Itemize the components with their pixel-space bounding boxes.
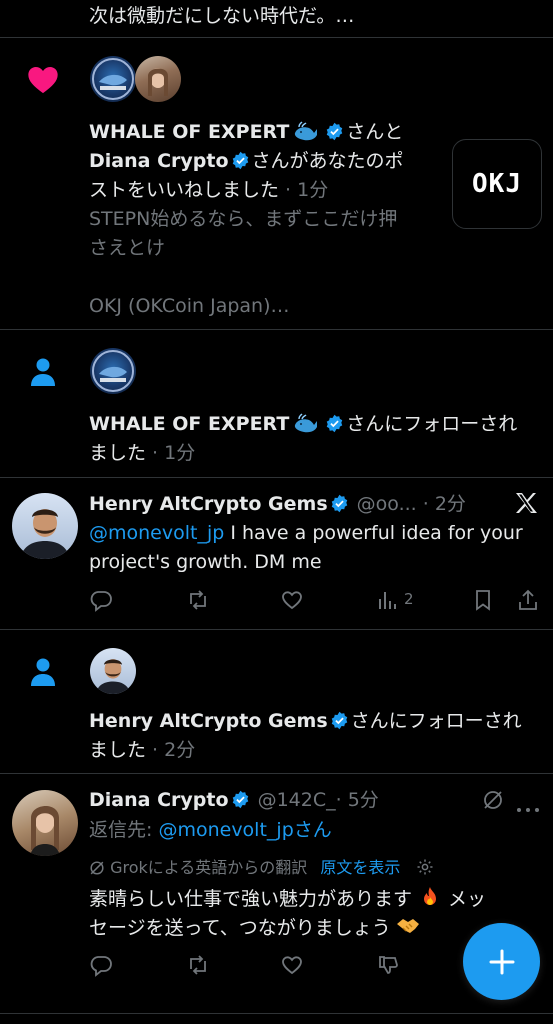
- divider: [0, 629, 553, 630]
- reply-icon[interactable]: [89, 953, 113, 977]
- reply-to-mention[interactable]: @monevolt_jpさん: [158, 819, 331, 841]
- verified-badge-icon: [231, 789, 250, 809]
- tweet-time[interactable]: · 5分: [336, 789, 379, 811]
- tweet-body: I have a powerful idea for your: [224, 522, 523, 544]
- divider: [0, 329, 553, 330]
- share-icon[interactable]: [516, 588, 540, 612]
- dislike-icon[interactable]: [376, 953, 400, 977]
- show-original-link[interactable]: 原文を表示: [320, 858, 400, 877]
- fire-emoji-icon: [418, 885, 442, 909]
- tweet-body: 素晴らしい仕事で強い魅力があります: [89, 888, 413, 910]
- tweet-body-end: メッ: [442, 888, 487, 910]
- verified-badge-icon: [330, 710, 349, 730]
- settings-gear-icon[interactable]: [416, 858, 434, 883]
- divider: [0, 1013, 553, 1014]
- follower-name[interactable]: WHALE OF EXPERT: [89, 413, 289, 435]
- liker-name-2[interactable]: Diana Crypto: [89, 150, 229, 172]
- henry-avatar[interactable]: [12, 493, 78, 559]
- like-notif-text: さんがあなたのポ: [251, 150, 404, 172]
- bookmark-icon[interactable]: [471, 588, 495, 612]
- person-icon: [30, 657, 56, 691]
- liker-name-1[interactable]: WHALE OF EXPERT: [89, 121, 289, 143]
- translation-note: Grokによる英語からの翻訳: [110, 858, 308, 877]
- tweet-time[interactable]: · 2分: [423, 493, 466, 515]
- views-icon[interactable]: [376, 588, 400, 612]
- whale-expert-avatar[interactable]: [90, 348, 136, 394]
- follow-time: · 1分: [146, 442, 196, 464]
- divider: [0, 37, 553, 38]
- verified-badge-icon: [325, 121, 344, 141]
- henry-avatar[interactable]: [90, 648, 136, 694]
- author-handle[interactable]: @oo...: [357, 493, 417, 515]
- whale-expert-avatar[interactable]: [90, 56, 136, 102]
- handshake-emoji-icon: [395, 915, 421, 937]
- follow-time: · 2分: [146, 739, 196, 761]
- plus-icon: [489, 949, 514, 974]
- author-name[interactable]: Henry AltCrypto Gems: [89, 493, 328, 515]
- reply-icon[interactable]: [89, 588, 113, 612]
- author-name[interactable]: Diana Crypto: [89, 789, 229, 811]
- verified-badge-icon: [330, 493, 349, 513]
- views-count: 2: [404, 590, 414, 608]
- person-icon: [30, 357, 56, 391]
- diana-crypto-avatar[interactable]: [135, 56, 181, 102]
- heart-icon: [27, 64, 59, 98]
- tweet-body-line2: project's growth. DM me: [89, 551, 322, 573]
- whale-emoji-icon: [293, 121, 319, 141]
- like-icon[interactable]: [280, 588, 304, 612]
- diana-crypto-avatar[interactable]: [12, 790, 78, 856]
- verified-badge-icon: [325, 413, 344, 433]
- notif-joiner-text: さんと: [346, 121, 404, 143]
- like-notif-text-line2: ストをいいねしました: [89, 179, 280, 201]
- tweet-body-line2: セージを送って、つながりましょう: [89, 917, 391, 939]
- repost-icon[interactable]: [186, 588, 210, 612]
- whale-emoji-icon: [293, 413, 319, 433]
- reply-to-label: 返信先:: [89, 819, 159, 841]
- compose-button[interactable]: [463, 923, 540, 1000]
- previous-post-snippet[interactable]: 次は微動だにしない時代だ。…: [89, 2, 354, 31]
- okj-logo: OKJ: [472, 169, 522, 199]
- repost-icon[interactable]: [186, 953, 210, 977]
- grok-icon: [89, 859, 105, 883]
- follower-name[interactable]: Henry AltCrypto Gems: [89, 710, 328, 732]
- more-options-icon[interactable]: [516, 798, 540, 817]
- like-notif-time: · 1分: [279, 179, 329, 201]
- verified-badge-icon: [231, 150, 250, 170]
- mention-link[interactable]: @monevolt_jp: [89, 522, 224, 544]
- follow-text-line2: ました: [89, 442, 147, 464]
- like-icon[interactable]: [280, 953, 304, 977]
- liked-post-line1[interactable]: STEPN始めるなら、まずここだけ押: [89, 205, 397, 234]
- liked-post-line3[interactable]: OKJ (OKCoin Japan)…: [89, 292, 290, 321]
- grok-icon[interactable]: [482, 789, 504, 815]
- x-logo-icon: [514, 492, 538, 518]
- liked-post-line2[interactable]: さえとけ: [89, 234, 165, 263]
- okj-post-thumbnail[interactable]: OKJ: [452, 139, 542, 229]
- divider: [0, 773, 553, 774]
- follow-text-line2: ました: [89, 739, 147, 761]
- follow-text: さんにフォローされ: [350, 710, 522, 732]
- author-handle[interactable]: @142C_: [258, 789, 336, 811]
- follow-text: さんにフォローされ: [346, 413, 518, 435]
- divider: [0, 477, 553, 478]
